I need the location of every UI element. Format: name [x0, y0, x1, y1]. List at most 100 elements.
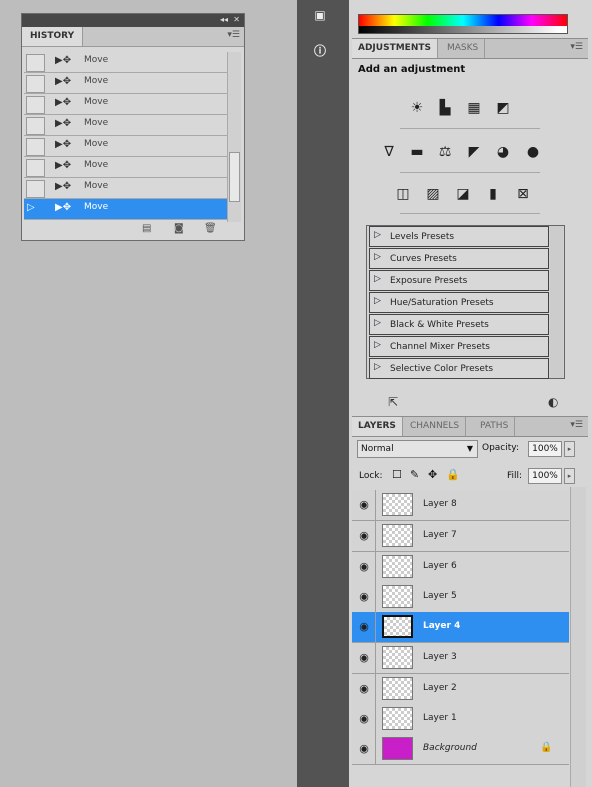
preset-item[interactable]: ▷ Selective Color Presets: [369, 358, 549, 379]
snapshot-source-box[interactable]: [26, 180, 45, 198]
layer-row[interactable]: ◉ Layer 1: [352, 704, 569, 735]
fill-field[interactable]: 100%: [528, 468, 562, 484]
expand-triangle-icon[interactable]: ▷: [374, 274, 381, 284]
layer-name[interactable]: Layer 4: [423, 621, 460, 631]
history-state-marker-icon[interactable]: ▷: [26, 201, 45, 219]
preset-item[interactable]: ▷ Exposure Presets: [369, 270, 549, 291]
expand-triangle-icon[interactable]: ▷: [374, 340, 381, 350]
snapshot-source-box[interactable]: [26, 54, 45, 72]
tab-masks[interactable]: MASKS: [441, 39, 486, 58]
curves-icon[interactable]: ▦: [465, 99, 483, 117]
layers-scrollbar[interactable]: [570, 487, 586, 787]
snapshot-source-box[interactable]: [26, 117, 45, 135]
layer-name[interactable]: Layer 8: [423, 499, 457, 509]
panel-menu-icon[interactable]: ▾☰: [570, 42, 583, 52]
layer-name[interactable]: Layer 3: [423, 652, 457, 662]
layer-name[interactable]: Layer 1: [423, 713, 457, 723]
layer-name[interactable]: Layer 6: [423, 561, 457, 571]
delete-state-icon[interactable]: 🗑: [204, 223, 217, 234]
preset-item[interactable]: ▷ Channel Mixer Presets: [369, 336, 549, 357]
history-item[interactable]: ▶✥ Move: [24, 94, 228, 115]
history-item[interactable]: ▶✥ Move: [24, 73, 228, 94]
expand-triangle-icon[interactable]: ▷: [374, 230, 381, 240]
layer-name[interactable]: Background: [423, 743, 477, 753]
black-white-icon[interactable]: ◤: [465, 143, 483, 161]
history-item[interactable]: ▶✥ Move: [24, 157, 228, 178]
levels-icon[interactable]: ▙: [436, 99, 454, 117]
expand-triangle-icon[interactable]: ▷: [374, 296, 381, 306]
snapshot-source-box[interactable]: [26, 138, 45, 156]
lock-image-pixels-icon[interactable]: ✎: [410, 468, 419, 481]
tab-layers[interactable]: LAYERS: [352, 417, 403, 436]
posterize-icon[interactable]: ▨: [424, 185, 442, 203]
layer-row[interactable]: ◉ Layer 5: [352, 582, 569, 613]
panel-menu-icon[interactable]: ▾☰: [227, 30, 240, 40]
color-balance-icon[interactable]: ⚖: [436, 143, 454, 161]
expand-triangle-icon[interactable]: ▷: [374, 362, 381, 372]
new-document-from-state-icon[interactable]: ▤: [142, 223, 151, 234]
layer-row[interactable]: ◉ Layer 8: [352, 490, 569, 521]
blend-mode-select[interactable]: Normal ▼: [357, 440, 478, 458]
layer-row[interactable]: ◉ Layer 7: [352, 521, 569, 552]
opacity-slider-arrow-icon[interactable]: ▸: [564, 441, 575, 457]
fill-slider-arrow-icon[interactable]: ▸: [564, 468, 575, 484]
scrollbar-thumb[interactable]: [229, 152, 240, 202]
history-item[interactable]: ▶✥ Move: [24, 136, 228, 157]
lock-all-icon[interactable]: 🔒: [446, 468, 460, 481]
gradient-map-icon[interactable]: ▮: [484, 185, 502, 203]
visibility-eye-icon[interactable]: ◉: [353, 521, 376, 551]
color-spectrum-bar[interactable]: [358, 14, 568, 34]
navigator-icon[interactable]: ▣: [307, 8, 333, 30]
tab-history[interactable]: HISTORY: [22, 27, 84, 46]
visibility-eye-icon[interactable]: ◉: [353, 643, 376, 673]
visibility-eye-icon[interactable]: ◉: [353, 552, 376, 582]
visibility-eye-icon[interactable]: ◉: [353, 734, 376, 764]
presets-scrollbar[interactable]: [550, 226, 563, 378]
hue-saturation-icon[interactable]: ▬: [408, 143, 426, 161]
layer-name[interactable]: Layer 2: [423, 683, 457, 693]
expand-triangle-icon[interactable]: ▷: [374, 318, 381, 328]
opacity-field[interactable]: 100%: [528, 441, 562, 457]
preset-item[interactable]: ▷ Curves Presets: [369, 248, 549, 269]
exposure-icon[interactable]: ◩: [494, 99, 512, 117]
panel-menu-icon[interactable]: ▾☰: [570, 420, 583, 430]
layer-row[interactable]: ◉ Layer 2: [352, 674, 569, 705]
threshold-icon[interactable]: ◪: [454, 185, 472, 203]
layer-row-selected[interactable]: ◉ Layer 4: [352, 612, 569, 643]
snapshot-source-box[interactable]: [26, 159, 45, 177]
preset-item[interactable]: ▷ Black & White Presets: [369, 314, 549, 335]
photo-filter-icon[interactable]: ◕: [494, 143, 512, 161]
history-scrollbar[interactable]: [227, 52, 241, 222]
visibility-eye-icon[interactable]: ◉: [353, 674, 376, 704]
vibrance-icon[interactable]: ∇: [380, 143, 398, 161]
layer-row-background[interactable]: ◉ Background 🔒: [352, 734, 569, 765]
channel-mixer-icon[interactable]: ●: [524, 143, 542, 161]
preset-item[interactable]: ▷ Hue/Saturation Presets: [369, 292, 549, 313]
collapse-icon[interactable]: ◂◂: [220, 15, 228, 24]
layer-name[interactable]: Layer 5: [423, 591, 457, 601]
snapshot-source-box[interactable]: [26, 75, 45, 93]
layer-row[interactable]: ◉ Layer 3: [352, 643, 569, 674]
layer-row[interactable]: ◉ Layer 6: [352, 552, 569, 583]
visibility-eye-icon[interactable]: ◉: [353, 704, 376, 734]
info-icon[interactable]: ⓘ: [307, 42, 333, 64]
visibility-eye-icon[interactable]: ◉: [353, 612, 376, 642]
history-item[interactable]: ▶✥ Move: [24, 52, 228, 73]
invert-icon[interactable]: ◫: [394, 185, 412, 203]
return-to-list-icon[interactable]: ⇱: [388, 395, 398, 409]
brightness-contrast-icon[interactable]: ☀: [408, 99, 426, 117]
history-item[interactable]: ▶✥ Move: [24, 115, 228, 136]
new-snapshot-icon[interactable]: ◙: [174, 223, 184, 234]
panel-title-bar[interactable]: ◂◂ ✕: [22, 14, 244, 27]
tab-paths[interactable]: PATHS: [474, 417, 516, 436]
lock-position-icon[interactable]: ✥: [428, 468, 437, 481]
visibility-eye-icon[interactable]: ◉: [353, 582, 376, 612]
clip-to-layer-icon[interactable]: ◐: [548, 395, 558, 409]
lock-transparent-pixels-icon[interactable]: ☐: [392, 468, 402, 481]
history-item-selected[interactable]: ▷ ▶✥ Move: [24, 199, 228, 220]
expand-triangle-icon[interactable]: ▷: [374, 252, 381, 262]
tab-channels[interactable]: CHANNELS: [404, 417, 467, 436]
layer-name[interactable]: Layer 7: [423, 530, 457, 540]
history-item[interactable]: ▶✥ Move: [24, 178, 228, 199]
visibility-eye-icon[interactable]: ◉: [353, 490, 376, 520]
